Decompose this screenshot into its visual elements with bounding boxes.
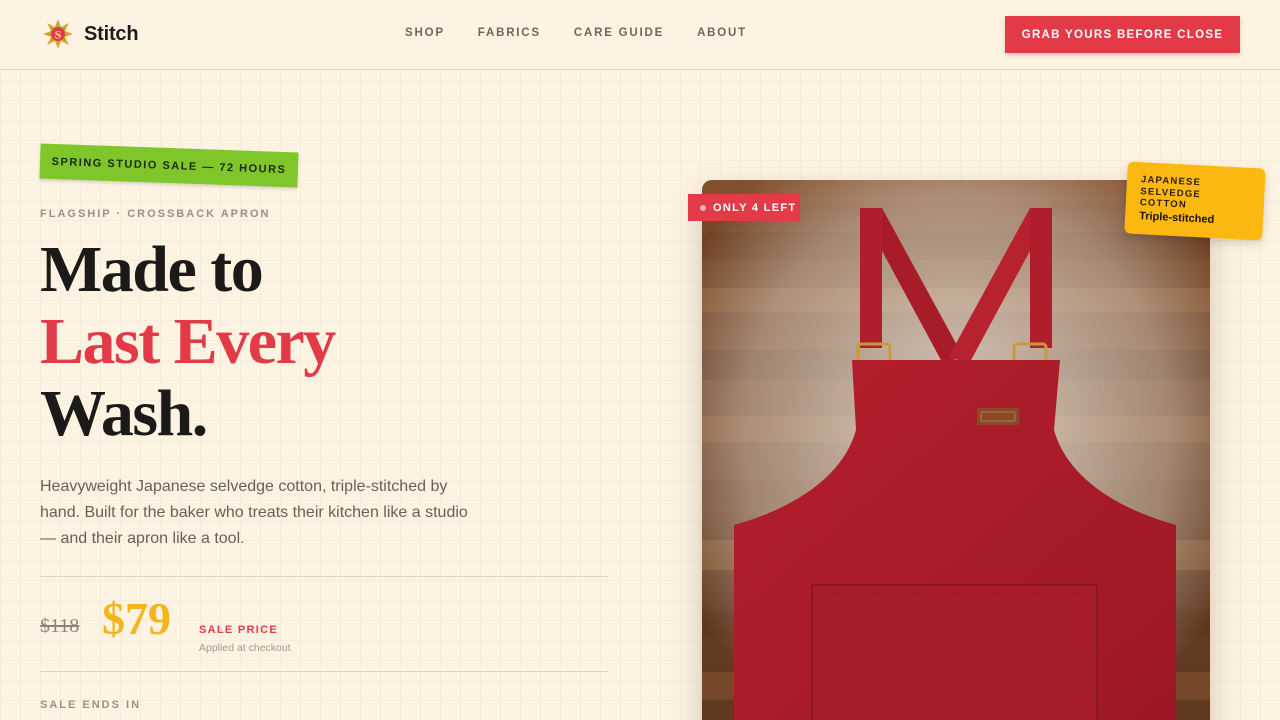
svg-text:S: S <box>55 28 62 42</box>
nav-about[interactable]: ABOUT <box>697 27 747 39</box>
divider <box>40 576 608 577</box>
product-image[interactable] <box>702 180 1210 720</box>
old-price: $118 <box>40 615 80 637</box>
headline-line-1: Made to <box>40 233 264 306</box>
live-dot-icon <box>700 204 706 211</box>
nav-fabrics[interactable]: FABRICS <box>478 27 541 39</box>
nav-shop[interactable]: SHOP <box>405 27 445 39</box>
nav-care-guide[interactable]: CARE GUIDE <box>574 27 664 39</box>
grab-yours-button[interactable]: GRAB YOURS BEFORE CLOSE <box>1005 16 1240 53</box>
stock-badge: ONLY 4 LEFT <box>688 194 800 221</box>
sale-price: $79 <box>102 593 171 644</box>
headline-line-3: Wash. <box>40 377 208 450</box>
sale-sticker: SPRING STUDIO SALE — 72 HOURS <box>39 143 299 188</box>
sale-price-note: Applied at checkout <box>199 642 291 654</box>
logo[interactable]: S Stitch <box>42 18 139 50</box>
hero-description: Heavyweight Japanese selvedge cotton, tr… <box>40 478 468 547</box>
stock-badge-text: ONLY 4 LEFT <box>713 201 797 214</box>
brand-name: Stitch <box>84 22 139 45</box>
logo-icon: S <box>43 19 73 49</box>
headline-line-2: Last Every <box>40 305 336 378</box>
countdown-label: SALE ENDS IN <box>40 699 142 711</box>
sale-price-label: SALE PRICE <box>199 624 279 636</box>
main-nav: SHOP FABRICS CARE GUIDE ABOUT <box>405 27 780 39</box>
product-eyebrow: FLAGSHIP · CROSSBACK APRON <box>40 208 271 220</box>
apron-photo-icon <box>702 180 1210 720</box>
fabric-badge: JAPANESE SELVEDGE COTTON Triple-stitched <box>1124 161 1266 241</box>
site-header: S Stitch SHOP FABRICS CARE GUIDE ABOUT G… <box>0 0 1280 70</box>
divider <box>40 671 608 672</box>
hero-headline: Made to Last Every Wash. <box>40 233 336 450</box>
